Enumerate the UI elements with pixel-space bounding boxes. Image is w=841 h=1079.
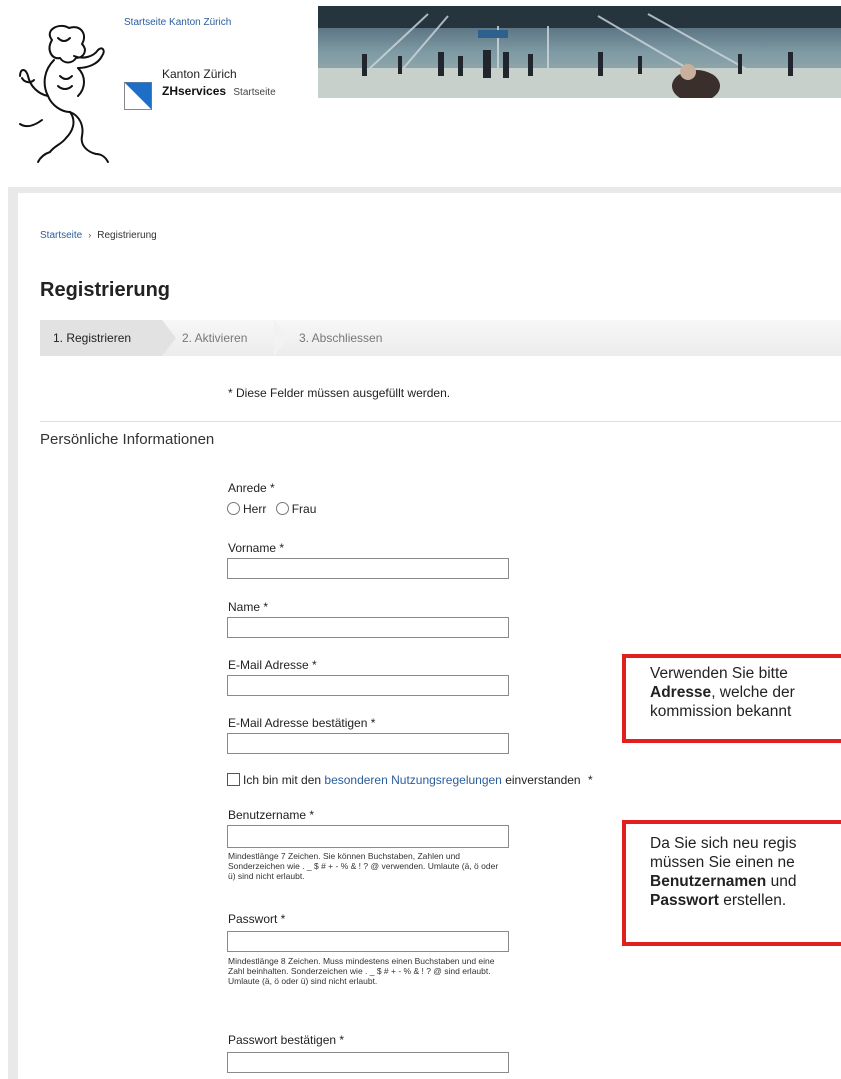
- radio-herr[interactable]: [227, 502, 240, 515]
- terms-suffix: einverstanden: [505, 773, 581, 787]
- divider: [40, 421, 841, 422]
- email-confirm-label: E-Mail Adresse bestätigen *: [228, 716, 376, 730]
- password-confirm-input[interactable]: [227, 1052, 509, 1073]
- zh-flag-icon[interactable]: [124, 82, 152, 110]
- radio-herr-label[interactable]: Herr: [243, 502, 266, 516]
- brand-name: ZHservices: [162, 84, 227, 98]
- breadcrumb-separator: ›: [88, 230, 92, 240]
- note-text: Passwort erstellen.: [650, 891, 841, 910]
- step-arrow: [274, 320, 288, 356]
- header-banner-image: [318, 6, 841, 98]
- note-text: Da Sie sich neu regis: [650, 835, 797, 852]
- page-title: Registrierung: [40, 279, 171, 301]
- note-text: Verwenden Sie bitte: [650, 665, 788, 682]
- lastname-label: Name *: [228, 600, 269, 614]
- section-title: Persönliche Informationen: [40, 431, 215, 448]
- firstname-input[interactable]: [227, 558, 509, 579]
- note-text: , welche der: [711, 684, 795, 701]
- brand-start-label: Startseite: [233, 87, 276, 98]
- note-text: Adresse, welche der: [650, 683, 841, 702]
- note-bold: Benutzernamen: [650, 873, 767, 890]
- zurich-lion-logo[interactable]: [14, 20, 114, 165]
- lastname-input[interactable]: [227, 617, 509, 638]
- username-hint: Mindestlänge 7 Zeichen. Sie können Buchs…: [228, 851, 499, 881]
- email-input[interactable]: [227, 675, 509, 696]
- terms-required-mark: *: [587, 773, 593, 787]
- brand-line[interactable]: ZHservices Startseite: [162, 84, 276, 98]
- email-label: E-Mail Adresse *: [228, 658, 317, 672]
- step-arrow: [162, 320, 176, 356]
- home-canton-link[interactable]: Startseite Kanton Zürich: [124, 17, 231, 28]
- note-text: kommission bekannt: [650, 703, 792, 720]
- breadcrumb-home-link[interactable]: Startseite: [40, 230, 82, 241]
- password-input[interactable]: [227, 931, 509, 952]
- firstname-label: Vorname *: [228, 541, 285, 555]
- site-header: Startseite Kanton Zürich Kanton Zürich Z…: [0, 0, 841, 176]
- password-label: Passwort *: [228, 912, 286, 926]
- note-bold: Passwort: [650, 892, 719, 909]
- email-confirm-input[interactable]: [227, 733, 509, 754]
- note-text: Benutzernamen und: [650, 872, 841, 891]
- step-activate: 2. Aktivieren: [182, 331, 248, 345]
- required-fields-note: * Diese Felder müssen ausgefüllt werden.: [228, 386, 451, 400]
- salutation-label: Anrede *: [228, 481, 275, 495]
- terms-prefix: Ich bin mit den: [243, 773, 322, 787]
- username-label: Benutzername *: [228, 808, 315, 822]
- step-complete: 3. Abschliessen: [299, 331, 383, 345]
- canton-name: Kanton Zürich: [162, 67, 237, 81]
- password-hint: Mindestlänge 8 Zeichen. Muss mindestens …: [228, 956, 495, 986]
- breadcrumb-current: Registrierung: [97, 230, 157, 241]
- progress-steps: 1. Registrieren 2. Aktivieren 3. Abschli…: [40, 320, 841, 356]
- breadcrumb: Startseite › Registrierung: [40, 230, 157, 241]
- note-text: und: [766, 873, 797, 890]
- credentials-callout-note: Da Sie sich neu regis müssen Sie einen n…: [622, 820, 841, 946]
- radio-frau[interactable]: [275, 502, 289, 515]
- terms-checkbox[interactable]: [227, 773, 240, 786]
- email-callout-note: Verwenden Sie bitte Adresse, welche der …: [622, 654, 841, 743]
- step-register: 1. Registrieren: [40, 320, 162, 356]
- username-input[interactable]: [227, 825, 509, 848]
- terms-row: Ich bin mit den besonderen Nutzungsregel…: [227, 773, 593, 787]
- password-confirm-label: Passwort bestätigen *: [228, 1033, 345, 1047]
- note-text: müssen Sie einen ne: [650, 854, 795, 871]
- terms-link[interactable]: besonderen Nutzungsregelungen: [324, 773, 501, 787]
- note-bold: Adresse: [650, 684, 712, 701]
- note-text: erstellen.: [718, 892, 787, 909]
- salutation-radio-group: Herr Frau: [227, 502, 322, 516]
- radio-frau-label[interactable]: Frau: [292, 502, 317, 516]
